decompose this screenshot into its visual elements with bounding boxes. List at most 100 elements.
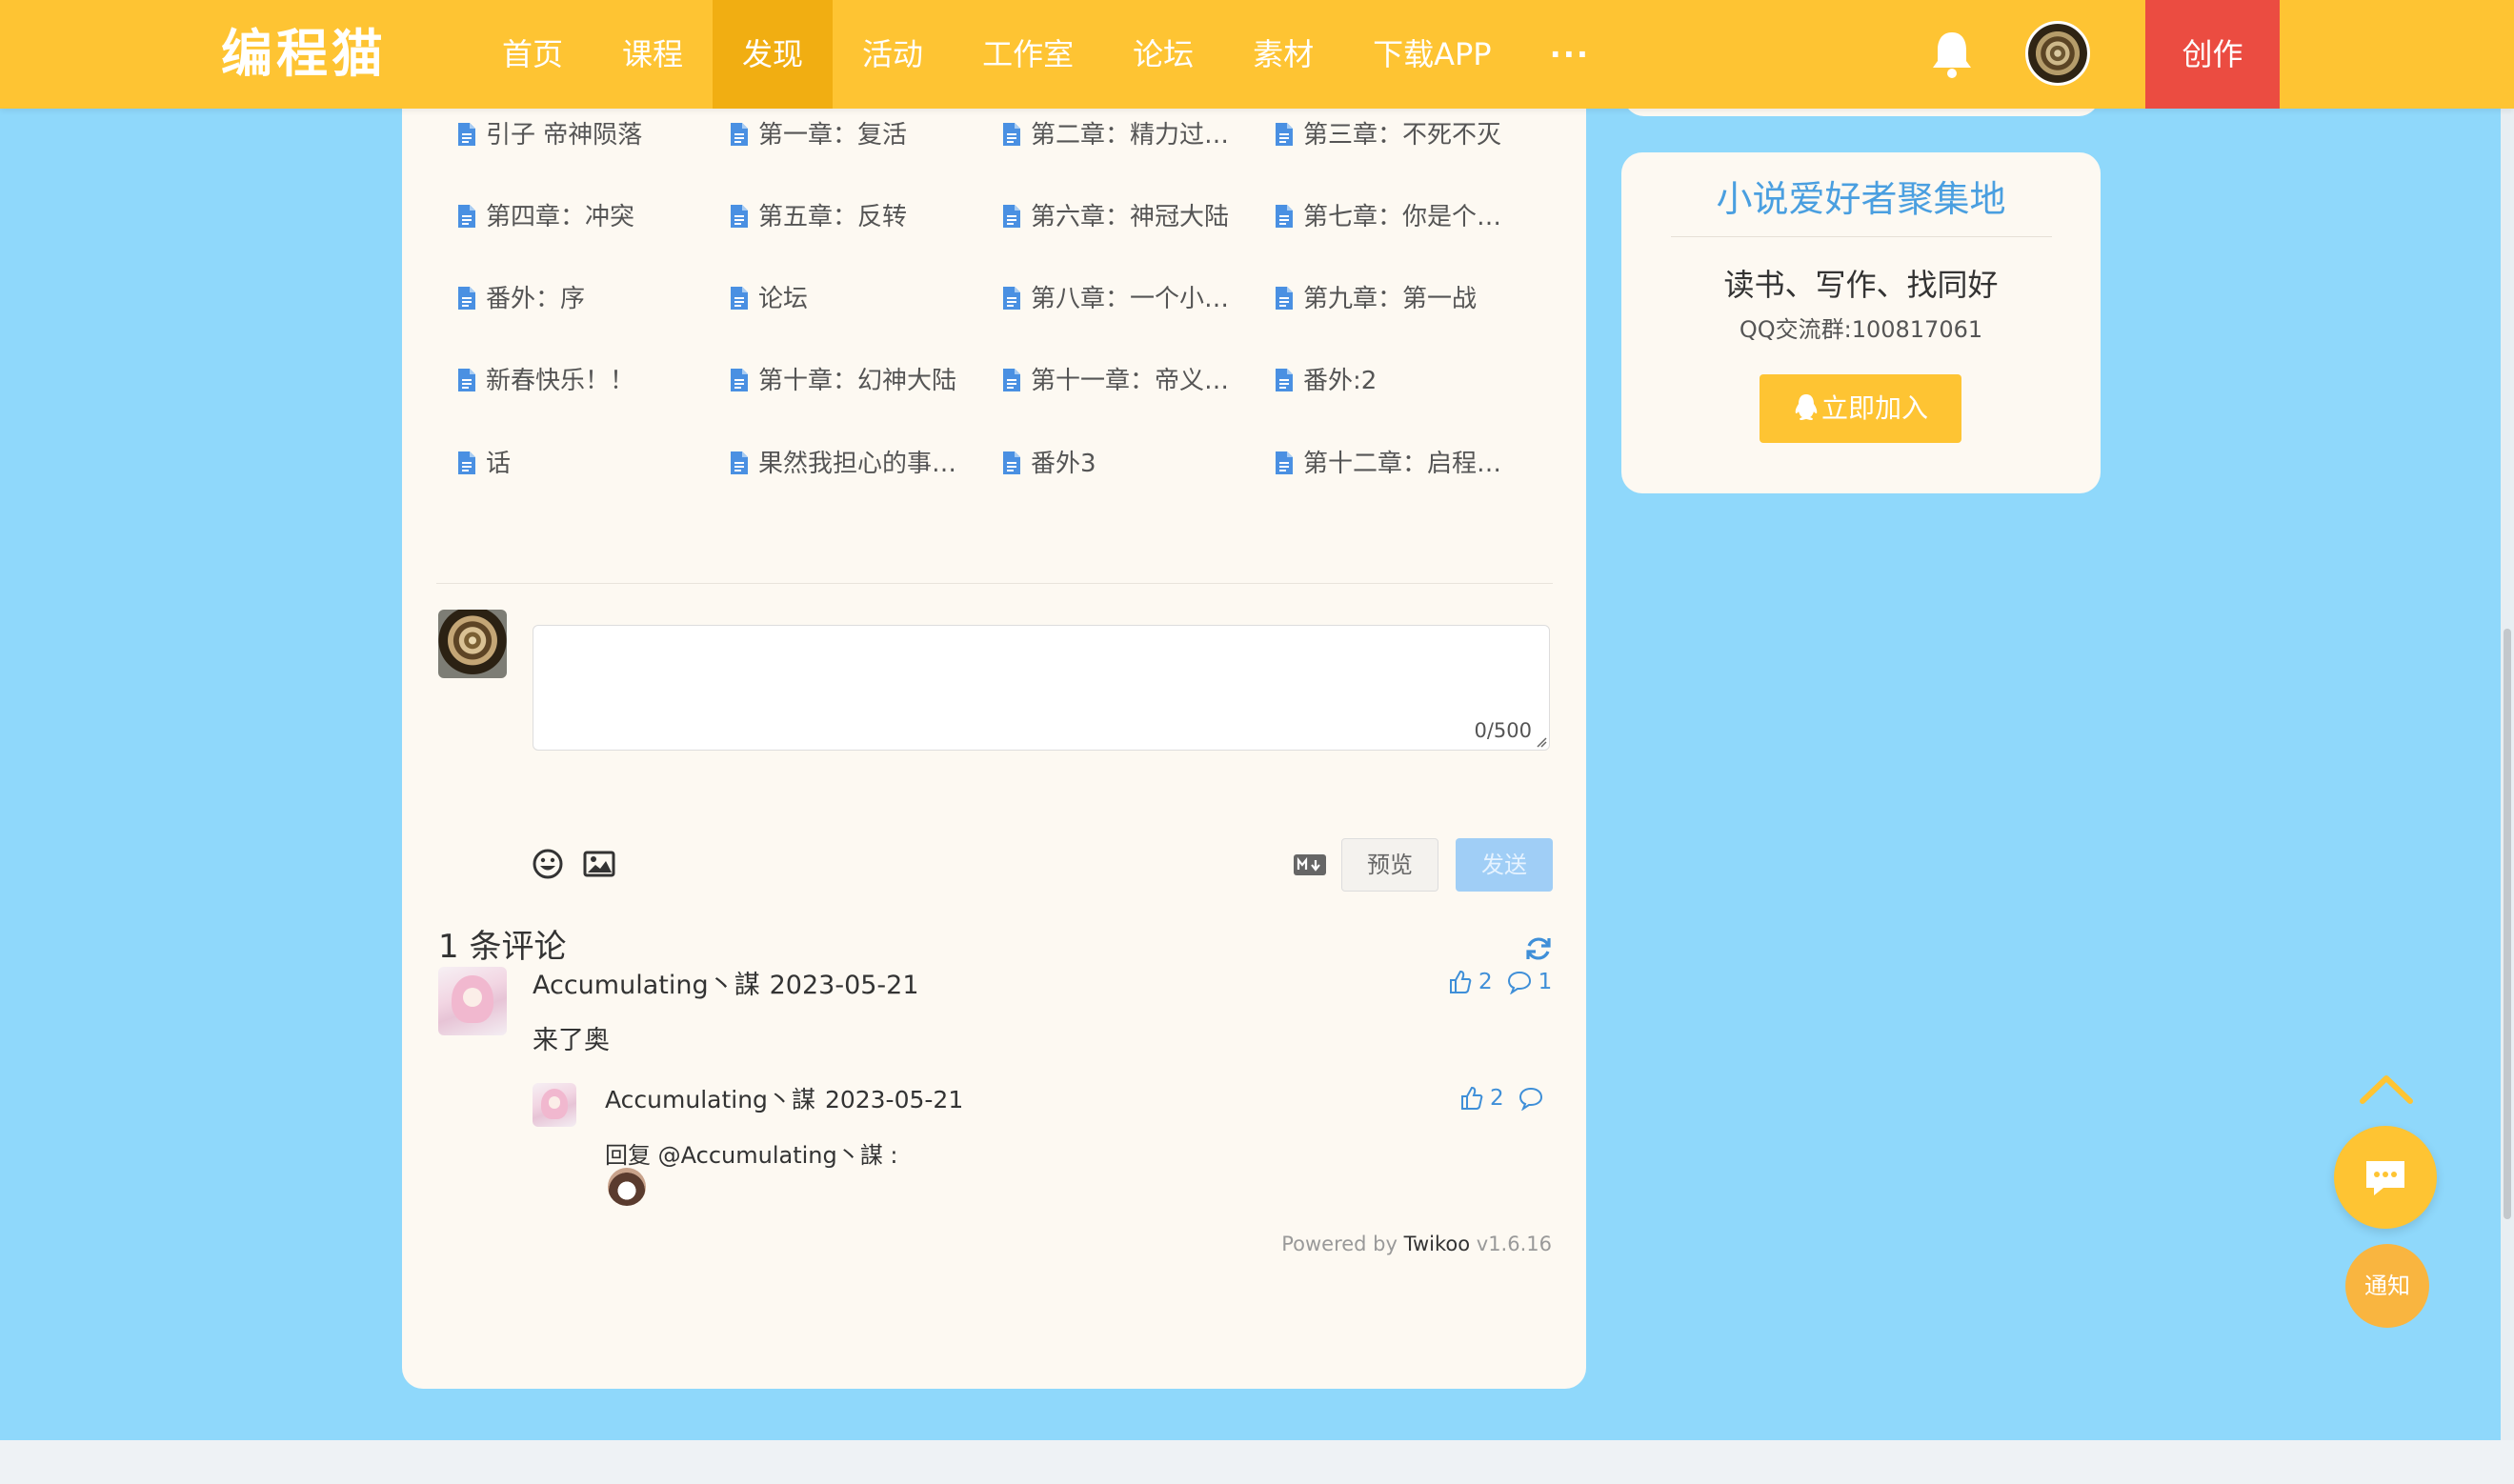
nav-download-app[interactable]: 下载APP bbox=[1343, 0, 1521, 109]
image-upload-icon[interactable] bbox=[583, 848, 615, 880]
sticker-image bbox=[608, 1168, 646, 1206]
document-icon bbox=[1276, 205, 1293, 228]
chapter-link[interactable]: 第二章：精力过… bbox=[1002, 116, 1229, 154]
document-icon bbox=[1003, 123, 1020, 146]
site-logo[interactable]: 编程猫 bbox=[221, 21, 387, 88]
document-icon bbox=[458, 205, 475, 228]
preview-button[interactable]: 预览 bbox=[1341, 838, 1438, 892]
chapter-link[interactable]: 引子 帝神陨落 bbox=[457, 116, 642, 154]
chapter-title: 第六章：神冠大陆 bbox=[1031, 203, 1230, 231]
bell-icon[interactable] bbox=[1928, 29, 1976, 80]
chapter-link[interactable]: 果然我担心的事… bbox=[730, 445, 956, 483]
chapter-link[interactable]: 第九章：第一战 bbox=[1275, 280, 1477, 318]
qq-penguin-icon bbox=[1795, 394, 1818, 420]
comment-textarea[interactable]: 0/500 bbox=[533, 625, 1550, 751]
chapter-link[interactable]: 第五章：反转 bbox=[730, 198, 907, 236]
chapter-title: 第四章：冲突 bbox=[486, 203, 635, 231]
send-button[interactable]: 发送 bbox=[1456, 838, 1553, 892]
comment-author[interactable]: Accumulating丶謀 bbox=[533, 971, 760, 1000]
document-icon bbox=[731, 287, 748, 310]
chapter-link[interactable]: 番外3 bbox=[1002, 445, 1096, 483]
document-icon bbox=[1276, 287, 1293, 310]
document-icon bbox=[731, 123, 748, 146]
back-to-top-icon[interactable] bbox=[2357, 1073, 2416, 1105]
document-icon bbox=[458, 123, 475, 146]
create-button[interactable]: 创作 bbox=[2145, 0, 2280, 109]
like-icon[interactable] bbox=[1459, 1086, 1484, 1111]
chapter-link[interactable]: 番外：序 bbox=[457, 280, 585, 318]
chapter-title: 新春快乐！！ bbox=[486, 367, 635, 395]
document-icon bbox=[458, 451, 475, 474]
like-count: 2 bbox=[1478, 970, 1493, 994]
main-nav: 首页 课程 发现 活动 工作室 论坛 素材 下载APP ··· bbox=[473, 0, 1619, 109]
nav-discover[interactable]: 发现 bbox=[713, 0, 834, 109]
resize-handle-icon[interactable] bbox=[1536, 736, 1547, 748]
chapter-link[interactable]: 第六章：神冠大陆 bbox=[1002, 198, 1229, 236]
chapter-link[interactable]: 话 bbox=[457, 445, 511, 483]
reply-author[interactable]: Accumulating丶謀 bbox=[605, 1086, 815, 1113]
chapter-link[interactable]: 第七章：你是个… bbox=[1275, 198, 1501, 236]
chapter-link[interactable]: 第四章：冲突 bbox=[457, 198, 634, 236]
chapter-link[interactable]: 番外:2 bbox=[1275, 362, 1377, 400]
reply-date: 2023-05-21 bbox=[824, 1086, 964, 1113]
document-icon bbox=[1003, 451, 1020, 474]
chapter-link[interactable]: 第十一章：帝义… bbox=[1002, 362, 1229, 400]
reply-mention-link[interactable]: @Accumulating丶謀 bbox=[658, 1142, 883, 1169]
powered-prefix: Powered by bbox=[1281, 1233, 1404, 1255]
page-footer-strip bbox=[0, 1440, 2514, 1484]
nav-materials[interactable]: 素材 bbox=[1223, 0, 1343, 109]
chapter-title: 第三章：不死不灭 bbox=[1303, 121, 1502, 150]
document-icon bbox=[731, 205, 748, 228]
document-icon bbox=[1003, 205, 1020, 228]
twikoo-link[interactable]: Twikoo bbox=[1404, 1233, 1470, 1255]
scrollbar-thumb[interactable] bbox=[2504, 629, 2511, 1219]
reply-like-count: 2 bbox=[1490, 1086, 1504, 1111]
chapter-link[interactable]: 论坛 bbox=[730, 280, 808, 318]
chapter-title: 第十二章：启程… bbox=[1303, 450, 1502, 478]
chapter-link[interactable]: 第三章：不死不灭 bbox=[1275, 116, 1501, 154]
nav-courses[interactable]: 课程 bbox=[593, 0, 713, 109]
reply-count: 1 bbox=[1538, 970, 1553, 994]
chapter-title: 第五章：反转 bbox=[758, 203, 908, 231]
reply-icon[interactable] bbox=[1518, 1086, 1544, 1111]
like-icon[interactable] bbox=[1448, 970, 1473, 994]
divider bbox=[436, 583, 1553, 584]
refresh-icon[interactable] bbox=[1523, 933, 1554, 964]
char-counter: 0/500 bbox=[1474, 719, 1532, 742]
nav-events[interactable]: 活动 bbox=[833, 0, 953, 109]
chapter-link[interactable]: 第一章：复活 bbox=[730, 116, 907, 154]
chapter-title: 第九章：第一战 bbox=[1303, 285, 1478, 313]
reply-icon[interactable] bbox=[1506, 970, 1533, 994]
chapter-link[interactable]: 第八章：一个小… bbox=[1002, 280, 1229, 318]
nav-forum[interactable]: 论坛 bbox=[1103, 0, 1223, 109]
nav-studio[interactable]: 工作室 bbox=[953, 0, 1103, 109]
reply-avatar[interactable] bbox=[533, 1083, 576, 1127]
user-avatar[interactable] bbox=[2025, 21, 2090, 86]
chat-button[interactable] bbox=[2334, 1126, 2437, 1229]
chapter-title: 番外:2 bbox=[1303, 367, 1378, 395]
nav-more-button[interactable]: ··· bbox=[1521, 0, 1619, 109]
chapter-title: 番外：序 bbox=[486, 285, 586, 313]
chapter-link[interactable]: 第十章：幻神大陆 bbox=[730, 362, 956, 400]
chat-bubble-icon bbox=[2366, 1161, 2404, 1195]
chapter-title: 论坛 bbox=[758, 285, 809, 313]
powered-by: Powered by Twikoo v1.6.16 bbox=[1281, 1233, 1552, 1255]
markdown-icon[interactable] bbox=[1293, 853, 1327, 876]
document-icon bbox=[731, 369, 748, 391]
nav-home[interactable]: 首页 bbox=[473, 0, 593, 109]
reply-actions: 2 bbox=[1459, 1086, 1550, 1111]
join-button[interactable]: 立即加入 bbox=[1760, 374, 1961, 443]
notify-button[interactable]: 通知 bbox=[2345, 1244, 2429, 1328]
chapter-link[interactable]: 第十二章：启程… bbox=[1275, 445, 1501, 483]
comment-actions: 2 1 bbox=[1448, 970, 1565, 994]
chapter-link[interactable]: 新春快乐！！ bbox=[457, 362, 634, 400]
commenter-avatar[interactable] bbox=[438, 967, 507, 1035]
document-icon bbox=[731, 451, 748, 474]
reply-prefix: 回复 bbox=[605, 1142, 658, 1169]
emoji-icon[interactable] bbox=[532, 848, 564, 880]
chapter-title: 第一章：复活 bbox=[758, 121, 908, 150]
document-icon bbox=[458, 369, 475, 391]
document-icon bbox=[1276, 369, 1293, 391]
divider bbox=[1671, 236, 2052, 237]
powered-version: v1.6.16 bbox=[1470, 1233, 1552, 1255]
